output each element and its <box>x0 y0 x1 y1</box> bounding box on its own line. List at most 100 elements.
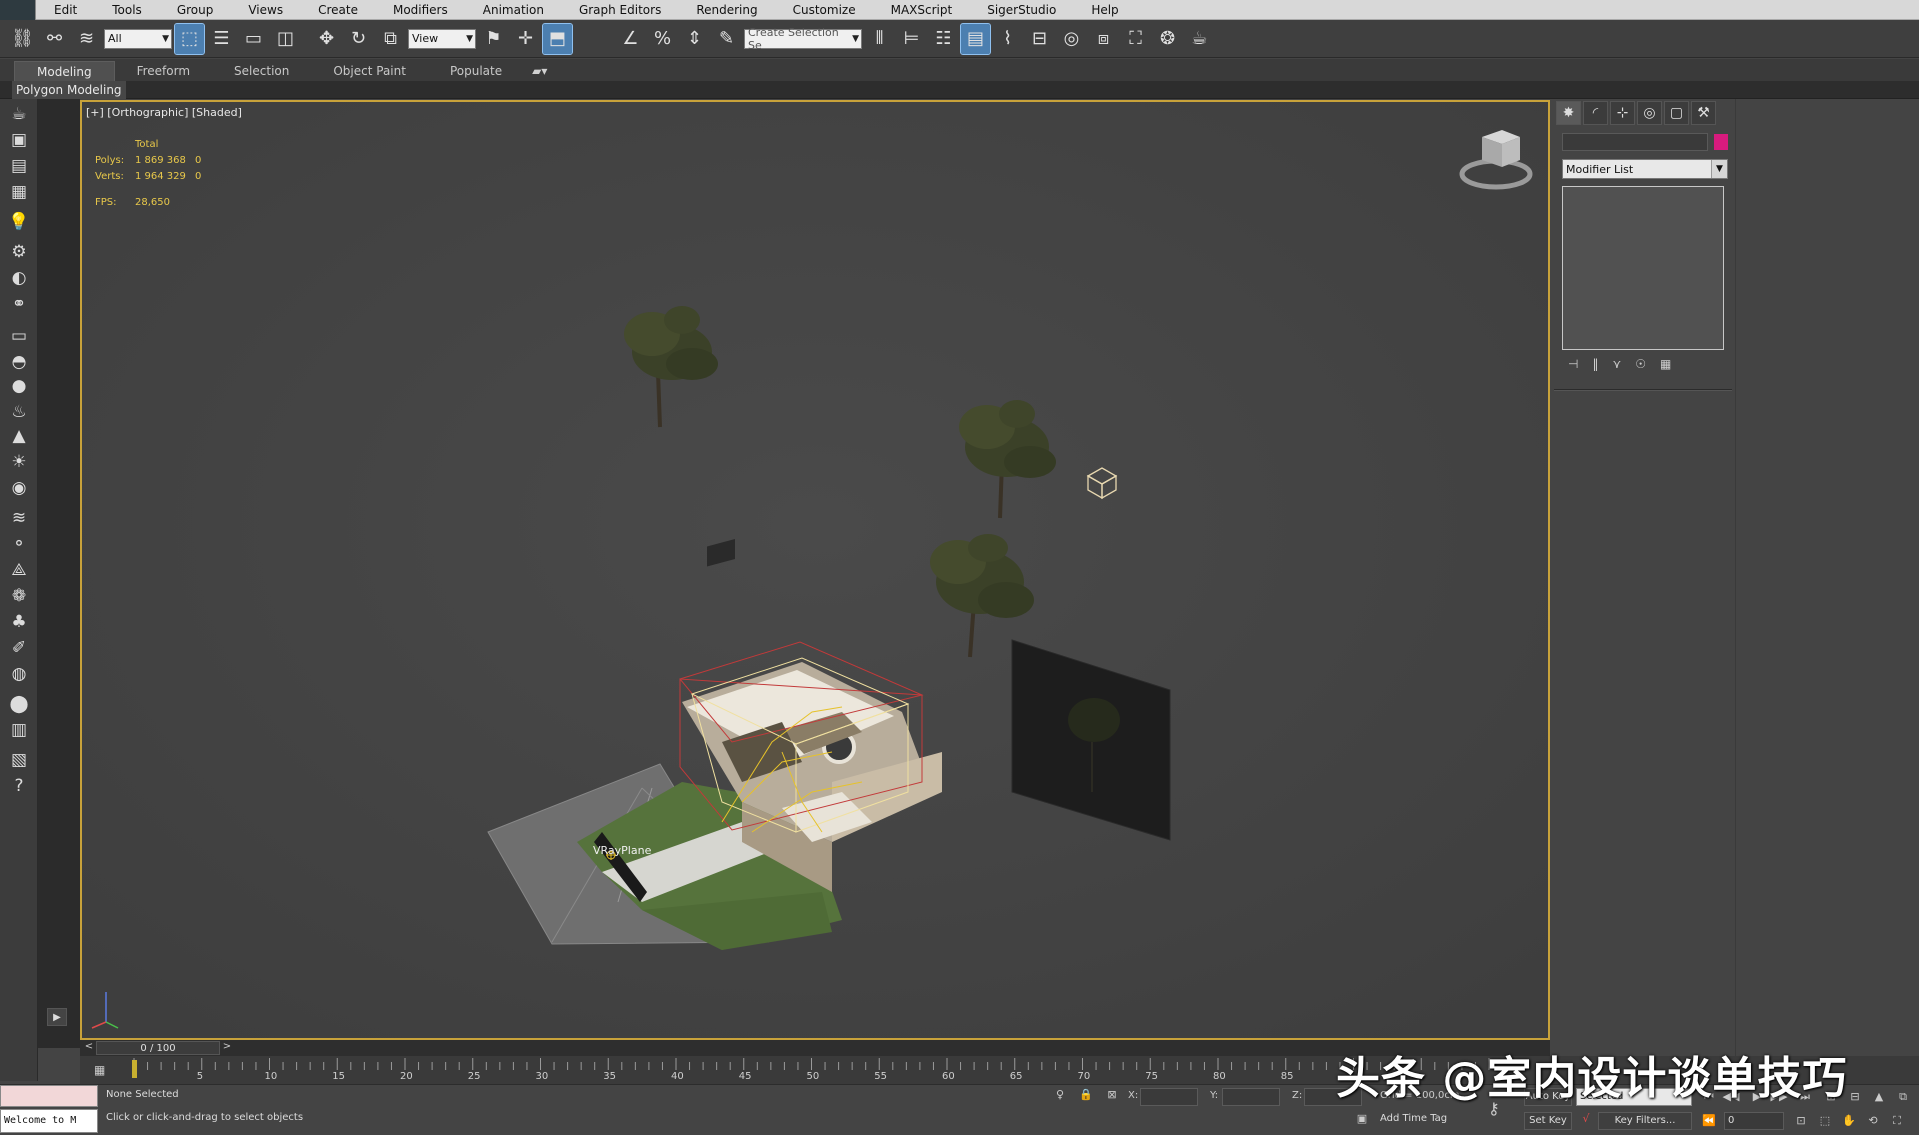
menu-views[interactable]: Views <box>230 0 300 20</box>
material-sphere-icon[interactable]: ⬤ <box>6 691 32 717</box>
viewport-label[interactable]: [+] [Orthographic] [Shaded] <box>86 106 242 119</box>
maximize-viewport-icon[interactable]: ⧉ <box>1894 1088 1912 1106</box>
plane-icon[interactable]: ▭ <box>6 323 32 349</box>
menu-graph-editors[interactable]: Graph Editors <box>561 0 678 20</box>
sun-icon[interactable]: ☀ <box>6 449 32 475</box>
cone-icon[interactable]: ▲ <box>6 423 32 449</box>
menu-help[interactable]: Help <box>1073 0 1135 20</box>
unlink-selection-icon[interactable]: ⚯ <box>40 24 69 54</box>
hierarchy-tab-icon[interactable]: ⊹ <box>1610 101 1635 125</box>
tab-populate[interactable]: Populate <box>428 61 524 81</box>
layer-manager-icon[interactable]: ☷ <box>929 24 958 54</box>
named-selection-set-dropdown[interactable]: Create Selection Se ▼ <box>744 29 862 49</box>
material-editor-icon[interactable]: ◎ <box>1057 24 1086 54</box>
render-window-icon[interactable]: ▣ <box>6 127 32 153</box>
help-icon[interactable]: ? <box>6 773 32 799</box>
application-button[interactable] <box>0 0 36 20</box>
polygon-modeling-panel[interactable]: Polygon Modeling <box>12 81 126 99</box>
orbit-icon[interactable]: ⟲ <box>1864 1112 1882 1130</box>
motion-tab-icon[interactable]: ◎ <box>1637 101 1662 125</box>
time-slider[interactable]: < 0 / 100 > <box>80 1040 1550 1056</box>
menu-customize[interactable]: Customize <box>775 0 873 20</box>
track-bar[interactable]: ▦ 5 10 15 20 25 30 35 40 45 50 55 60 65 70 75 80 85 <box>80 1056 1550 1084</box>
menu-modifiers[interactable]: Modifiers <box>375 0 465 20</box>
reference-coordinate-dropdown[interactable]: View ▼ <box>408 29 476 49</box>
mesh-icon[interactable]: ⟁ <box>6 557 32 583</box>
time-tag-icon[interactable]: ▣ <box>1354 1112 1370 1128</box>
dome-icon[interactable]: ◓ <box>6 349 32 375</box>
rectangular-selection-region-icon[interactable]: ▭ <box>239 24 268 54</box>
render-teapot-icon[interactable]: ☕ <box>1185 24 1214 54</box>
lock-icon[interactable]: 🔒 <box>1078 1088 1094 1104</box>
add-time-tag[interactable]: Add Time Tag <box>1380 1113 1447 1124</box>
create-tab-icon[interactable]: ✸ <box>1556 101 1581 125</box>
isolate-icon[interactable]: ♀ <box>1052 1088 1068 1104</box>
remove-modifier-icon[interactable]: ☉ <box>1635 357 1646 375</box>
rendered-frame-window-icon[interactable]: ⛶ <box>1121 24 1150 54</box>
tab-selection[interactable]: Selection <box>212 61 311 81</box>
perspective-viewport[interactable]: [+] [Orthographic] [Shaded] Total Polys:… <box>80 100 1550 1040</box>
pan-icon[interactable]: ✋ <box>1840 1112 1858 1130</box>
field-of-view-icon[interactable]: ▲ <box>1870 1088 1888 1106</box>
select-and-link-icon[interactable]: ⛓ <box>8 24 37 54</box>
shell-icon[interactable]: ◍ <box>6 661 32 687</box>
percent-snap-icon[interactable]: % <box>648 24 677 54</box>
key-mode-icon[interactable]: ⏪ <box>1700 1112 1718 1130</box>
maxscript-listener-input[interactable] <box>0 1085 98 1107</box>
zoom-all-icon[interactable]: ⊟ <box>1846 1088 1864 1106</box>
make-unique-icon[interactable]: ⋎ <box>1612 357 1621 375</box>
curve-editor-icon[interactable]: ⌇ <box>993 24 1022 54</box>
helper-icon[interactable]: ◐ <box>6 265 32 291</box>
window-crossing-icon[interactable]: ◫ <box>271 24 300 54</box>
export-icon[interactable]: ▧ <box>6 747 32 773</box>
mirror-icon[interactable]: ⫴ <box>865 24 894 54</box>
teapot-icon[interactable]: ☕ <box>6 101 32 127</box>
modifier-stack[interactable] <box>1562 186 1724 350</box>
grid-tool-icon[interactable]: ▥ <box>6 717 32 743</box>
selection-filter-dropdown[interactable]: All ▼ <box>104 29 172 49</box>
notepad-icon[interactable]: ▤ <box>6 153 32 179</box>
menu-tools[interactable]: Tools <box>94 0 159 20</box>
time-config-icon[interactable]: ⊡ <box>1792 1112 1810 1130</box>
plant-icon[interactable]: ♣ <box>6 609 32 635</box>
time-slider-thumb[interactable]: 0 / 100 <box>96 1041 220 1055</box>
light-bulb-icon[interactable]: 💡 <box>6 209 32 235</box>
menu-edit[interactable]: Edit <box>36 0 94 20</box>
snaps-toggle-icon[interactable]: ⁲ <box>584 24 613 54</box>
tab-modeling[interactable]: Modeling <box>14 61 115 81</box>
film-icon[interactable]: ⚭ <box>6 291 32 317</box>
set-key-button[interactable]: Set Key <box>1524 1112 1572 1130</box>
particle-icon[interactable]: ⚬ <box>6 531 32 557</box>
current-frame-field[interactable]: 0 <box>1724 1112 1784 1130</box>
show-end-result-icon[interactable]: ‖ <box>1592 357 1598 375</box>
edit-named-selection-icon[interactable]: ✎ <box>712 24 741 54</box>
render-production-icon[interactable]: ❂ <box>1153 24 1182 54</box>
spinner-snap-icon[interactable]: ⇕ <box>680 24 709 54</box>
key-curve-icon[interactable]: √ <box>1578 1112 1594 1128</box>
select-and-rotate-icon[interactable]: ↻ <box>344 24 373 54</box>
expand-arrow-icon[interactable]: ▶ <box>47 1008 67 1026</box>
angle-snap-icon[interactable]: ∠ <box>616 24 645 54</box>
maxscript-listener-output[interactable]: Welcome to M <box>0 1109 98 1133</box>
tab-freeform[interactable]: Freeform <box>115 61 212 81</box>
keyboard-shortcut-override-icon[interactable]: ⬒ <box>543 24 572 54</box>
menu-rendering[interactable]: Rendering <box>678 0 774 20</box>
render-setup-icon[interactable]: ⧈ <box>1089 24 1118 54</box>
modifier-list-dropdown[interactable]: Modifier List ▼ <box>1562 159 1728 179</box>
menu-animation[interactable]: Animation <box>465 0 561 20</box>
object-color-swatch[interactable] <box>1714 134 1728 150</box>
pivot-center-icon[interactable]: ⚑ <box>479 24 508 54</box>
camera-icon[interactable]: ⚙ <box>6 239 32 265</box>
utilities-tab-icon[interactable]: ⚒ <box>1691 101 1716 125</box>
menu-create[interactable]: Create <box>300 0 375 20</box>
hf-icon[interactable]: ✐ <box>6 635 32 661</box>
configure-sets-icon[interactable]: ▦ <box>1660 357 1671 375</box>
select-and-move-icon[interactable]: ✥ <box>312 24 341 54</box>
table-icon[interactable]: ▦ <box>6 179 32 205</box>
tab-object-paint[interactable]: Object Paint <box>311 61 428 81</box>
absolute-mode-icon[interactable]: ⊠ <box>1104 1088 1120 1104</box>
previous-frame-icon[interactable]: < <box>82 1041 96 1055</box>
bind-to-space-warp-icon[interactable]: ≋ <box>72 24 101 54</box>
fur-icon[interactable]: ≋ <box>6 505 32 531</box>
zoom-region-icon[interactable]: ⬚ <box>1816 1112 1834 1130</box>
